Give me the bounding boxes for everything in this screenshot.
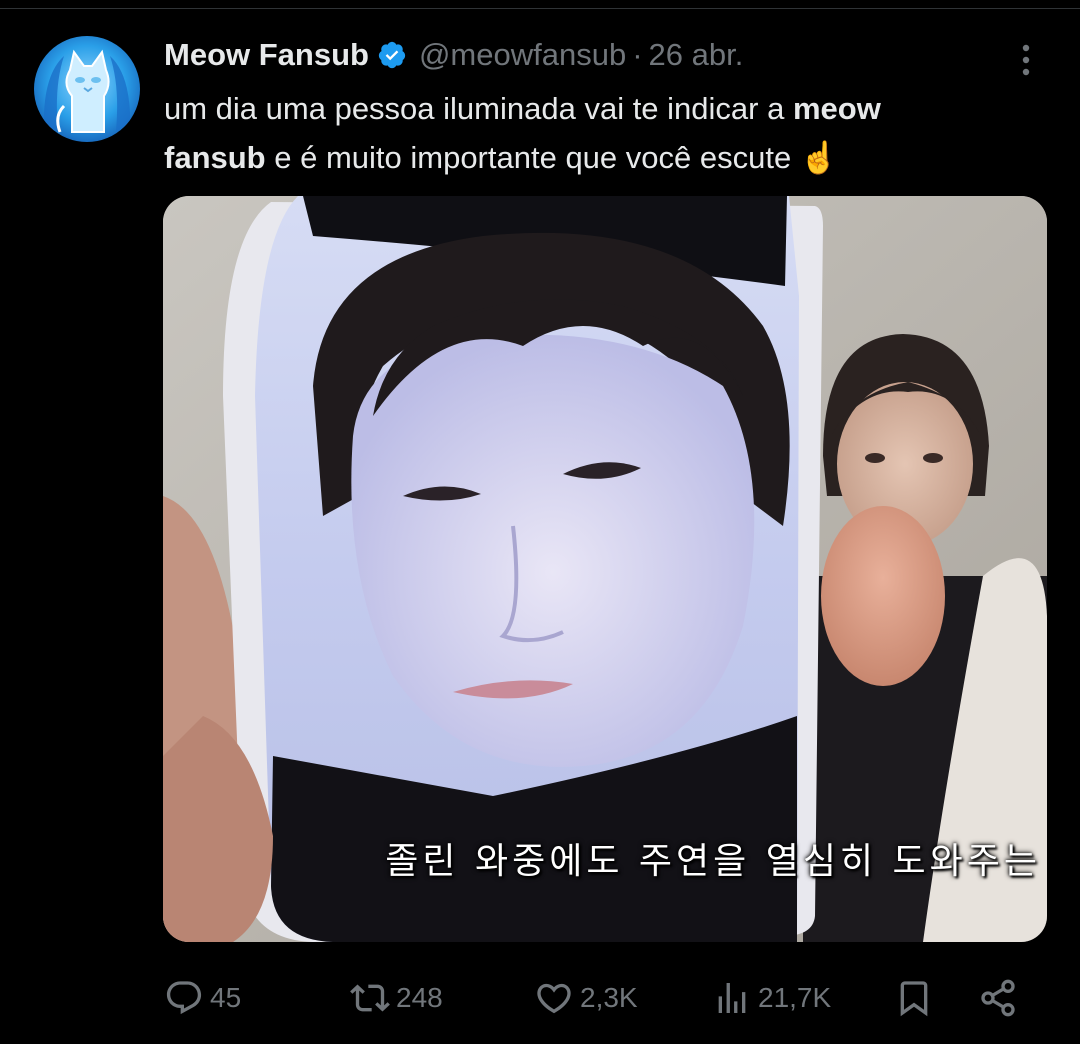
share-button[interactable] xyxy=(978,972,1018,1024)
heart-icon xyxy=(537,983,571,1014)
avatar[interactable] xyxy=(34,36,140,142)
like-button[interactable]: 2,3K xyxy=(534,972,638,1024)
three-dots-vertical-icon xyxy=(1022,44,1030,76)
reply-count: 45 xyxy=(210,982,242,1013)
bookmark-button[interactable] xyxy=(894,972,934,1024)
more-options-button[interactable] xyxy=(1006,40,1046,80)
bar-chart-icon xyxy=(718,983,746,1013)
tweet-date[interactable]: 26 abr. xyxy=(649,37,744,73)
cat-avatar-icon xyxy=(34,36,140,142)
repost-arrows-icon xyxy=(350,984,390,1012)
tweet-text-part2: e é muito importante que você escute xyxy=(265,140,800,175)
top-divider xyxy=(0,8,1080,9)
repost-button[interactable]: 248 xyxy=(350,972,443,1024)
date-separator: · xyxy=(632,37,643,72)
tweet-text-part1: um dia uma pessoa iluminada vai te indic… xyxy=(164,91,793,126)
views-count: 21,7K xyxy=(758,982,832,1013)
video-thumbnail xyxy=(163,196,1047,942)
repost-count: 248 xyxy=(396,982,443,1013)
tweet-header: Meow Fansub @meowfansub · 26 abr. xyxy=(164,34,743,76)
pointing-up-emoji: ☝️ xyxy=(799,140,839,176)
verified-badge-icon[interactable] xyxy=(377,40,407,70)
like-count: 2,3K xyxy=(580,982,638,1013)
bookmark-icon xyxy=(900,981,928,1017)
action-bar: 45 248 2,3K 21,7K xyxy=(164,972,1044,1024)
reply-button[interactable]: 45 xyxy=(164,972,241,1024)
share-icon xyxy=(981,979,1015,1017)
views-button[interactable]: 21,7K xyxy=(712,972,831,1024)
tweet-media[interactable]: 졸린 와중에도 주연을 열심히 도와주는 xyxy=(163,196,1047,942)
author-handle[interactable]: @meowfansub xyxy=(419,37,626,73)
tweet-text: um dia uma pessoa iluminada vai te indic… xyxy=(164,84,1054,183)
tweet-text-bold-meow: meow xyxy=(792,91,881,126)
tweet-text-bold-fansub: fansub xyxy=(164,140,266,175)
video-subtitle: 졸린 와중에도 주연을 열심히 도와주는 xyxy=(385,841,1041,882)
speech-bubble-icon xyxy=(166,981,202,1015)
display-name[interactable]: Meow Fansub xyxy=(164,37,369,73)
